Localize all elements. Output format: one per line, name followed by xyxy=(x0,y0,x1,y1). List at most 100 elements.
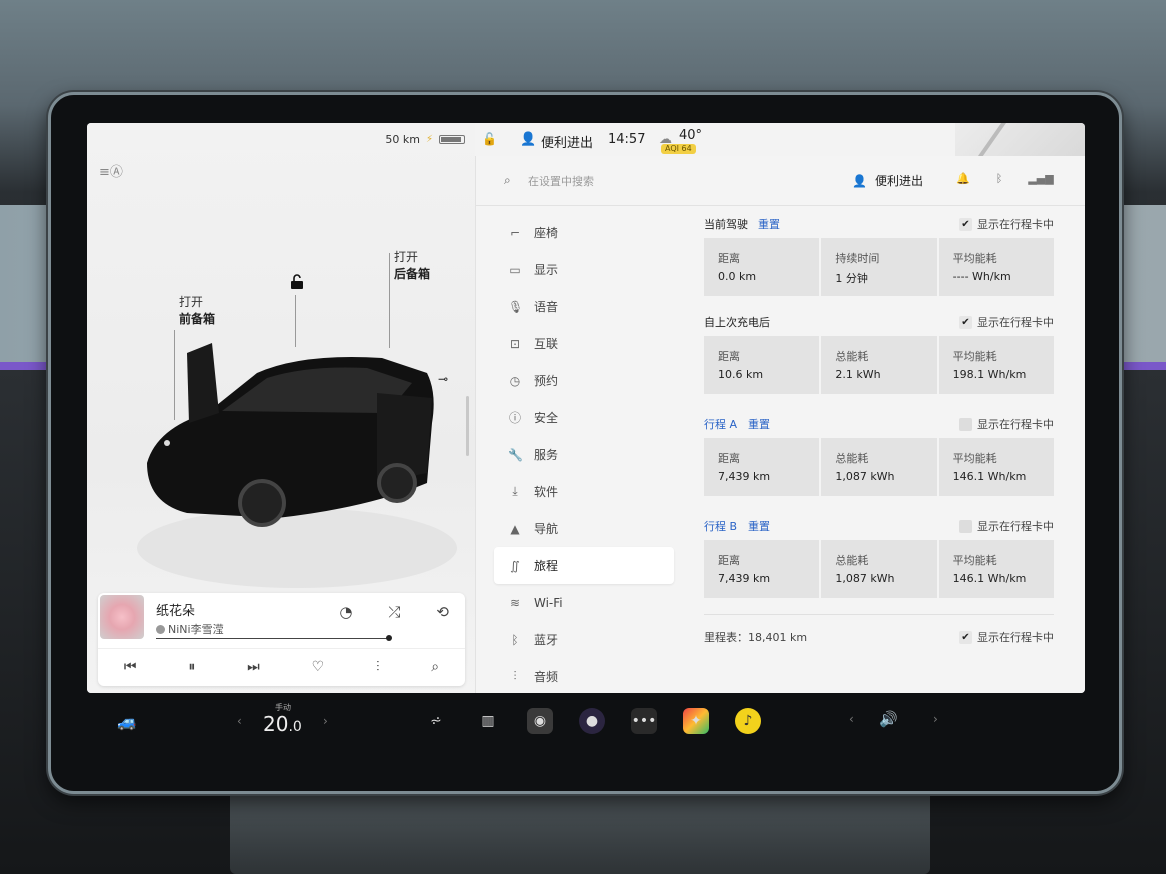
trip-a-reset[interactable]: 重置 xyxy=(748,416,770,432)
temp-up-arrow[interactable]: › xyxy=(323,714,328,728)
lock-status-icon[interactable]: 🔓 xyxy=(482,132,497,146)
shuffle-icon[interactable]: ⤮ xyxy=(388,603,400,621)
driver-profile[interactable]: 便利进出 xyxy=(541,132,593,151)
screen-stand xyxy=(230,790,930,874)
nav-item-7[interactable]: ⤓ 软件 xyxy=(494,473,674,510)
checkbox-checked[interactable]: ✔ xyxy=(959,315,972,329)
current-drive-show-card[interactable]: ✔ 显示在行程卡中 xyxy=(959,216,1054,232)
current-drive-reset[interactable]: 重置 xyxy=(758,216,780,232)
previous-icon[interactable]: ⏮ xyxy=(124,659,137,675)
progress-bar[interactable] xyxy=(156,638,389,639)
odometer-show-card[interactable]: ✔ 显示在行程卡中 xyxy=(959,629,1054,645)
current-drive-header: 当前驾驶 重置 ✔ 显示在行程卡中 xyxy=(704,214,1054,234)
trip-a-show-card[interactable]: 显示在行程卡中 xyxy=(959,416,1054,432)
checkbox-checked[interactable]: ✔ xyxy=(959,630,972,644)
temp-down-arrow[interactable]: ‹ xyxy=(237,714,242,728)
profile-icon[interactable]: 👤 xyxy=(520,132,536,147)
repeat-icon[interactable]: ⟲ xyxy=(436,603,449,621)
media-player: 纸花朵 NiNi李雪滢 ◔ ⤮ ⟲ ⏮ ⏸ ⏭ ♡ ⫶ ⌕ xyxy=(98,593,465,686)
trip-b-reset[interactable]: 重置 xyxy=(748,518,770,534)
trip-b-show-card[interactable]: 显示在行程卡中 xyxy=(959,518,1054,534)
since-charge-show-card[interactable]: ✔ 显示在行程卡中 xyxy=(959,314,1054,330)
stat-cell: 总能耗 1,087 kWh xyxy=(821,438,937,496)
nav-item-3[interactable]: ⊡ 互联 xyxy=(494,325,674,362)
car-panel: 50 km ⚡ ≡Ⓐ 打开 前备箱 打开 后备箱 ⊸ 纸花朵 NiNi李雪滢 ◔… xyxy=(87,123,475,693)
header-profile[interactable]: 👤 便利进出 xyxy=(852,172,923,189)
unlock-icon[interactable] xyxy=(290,274,304,294)
nav-item-11[interactable]: ᛒ 蓝牙 xyxy=(494,621,674,658)
checkbox-unchecked[interactable] xyxy=(959,417,972,431)
nav-item-2[interactable]: 🎙 语音 xyxy=(494,288,674,325)
navigation-icon: ▲ xyxy=(510,521,520,536)
album-art[interactable] xyxy=(100,595,144,639)
nav-item-0[interactable]: ⌐ 座椅 xyxy=(494,214,674,251)
source-icon xyxy=(156,624,165,634)
trip-b-header: 行程 B 重置 显示在行程卡中 xyxy=(704,516,1054,536)
toybox-icon[interactable]: ✦ xyxy=(683,708,709,734)
bluetooth-icon[interactable]: ᛒ xyxy=(996,172,1003,185)
search-icon[interactable]: ⌕ xyxy=(431,659,439,675)
nav-item-label: 座椅 xyxy=(534,226,559,240)
nav-item-8[interactable]: ▲ 导航 xyxy=(494,510,674,547)
since-charge-header: 自上次充电后 ✔ 显示在行程卡中 xyxy=(704,312,1054,332)
since-charge-title: 自上次充电后 xyxy=(704,316,770,329)
trip-b-title: 行程 B xyxy=(704,520,738,533)
map-preview[interactable] xyxy=(955,123,1085,160)
trunk-label: 后备箱 xyxy=(394,267,431,281)
nav-item-4[interactable]: ◷ 预约 xyxy=(494,362,674,399)
search-icon: ⌕ xyxy=(504,173,511,187)
header-status-icons: 🔔 ᛒ ▂▄▆ xyxy=(956,172,1054,185)
trip-a-title: 行程 A xyxy=(704,418,738,431)
nav-item-5[interactable]: ⓘ 安全 xyxy=(494,399,674,436)
heart-icon[interactable]: ♡ xyxy=(312,659,325,675)
nav-item-label: 导航 xyxy=(534,522,559,536)
music-app-icon[interactable]: ♪ xyxy=(735,708,761,734)
equalizer-icon[interactable]: ⫶ xyxy=(376,659,380,675)
settings-search-input[interactable] xyxy=(528,170,728,192)
front-defrost-icon[interactable]: ⩫ xyxy=(423,708,449,734)
volume-icon[interactable]: 🔊 xyxy=(879,710,898,728)
dashcam-icon[interactable]: ● xyxy=(579,708,605,734)
nav-item-1[interactable]: ▭ 显示 xyxy=(494,251,674,288)
bell-icon[interactable]: 🔔 xyxy=(956,172,970,185)
car-model-image xyxy=(137,343,457,588)
volume-up-arrow[interactable]: › xyxy=(933,712,938,726)
aqi-badge: AQI 64 xyxy=(661,144,696,154)
checkbox-unchecked[interactable] xyxy=(959,519,972,533)
stat-cell: 平均能耗 ---- Wh/km xyxy=(938,238,1054,296)
song-title: 纸花朵 xyxy=(156,604,196,619)
nav-item-label: 语音 xyxy=(534,300,559,314)
progress-knob[interactable] xyxy=(386,635,392,641)
headlight-icon[interactable]: ≡Ⓐ xyxy=(99,161,123,180)
next-icon[interactable]: ⏭ xyxy=(247,659,260,675)
radio-icon[interactable]: ◔ xyxy=(339,603,352,621)
nav-item-12[interactable]: ⫶ 音频 xyxy=(494,658,674,693)
nav-item-label: 蓝牙 xyxy=(534,633,559,647)
panel-scrollbar[interactable] xyxy=(466,396,469,456)
camera-icon[interactable]: ◉ xyxy=(527,708,553,734)
nav-item-9[interactable]: ∬ 旅程 xyxy=(494,547,674,584)
since-charge-stats: 距离 10.6 km 总能耗 2.1 kWh 平均能耗 198.1 Wh/km xyxy=(704,336,1054,394)
more-apps-icon[interactable]: ••• xyxy=(631,708,657,734)
checkbox-checked[interactable]: ✔ xyxy=(959,217,972,231)
range-text: 50 km xyxy=(385,133,420,146)
artist-name: NiNi李雪滢 xyxy=(168,623,224,636)
trunk-callout[interactable]: 打开 后备箱 xyxy=(394,249,430,283)
nav-item-6[interactable]: 🔧 服务 xyxy=(494,436,674,473)
schedule-icon: ◷ xyxy=(509,373,521,388)
seat-icon: ⌐ xyxy=(509,225,521,240)
volume-down-arrow[interactable]: ‹ xyxy=(849,712,854,726)
stat-cell: 距离 7,439 km xyxy=(704,540,820,598)
nav-item-10[interactable]: ≋ Wi-Fi xyxy=(494,584,674,621)
header-profile-name: 便利进出 xyxy=(874,174,923,188)
media-top-icons: ◔ ⤮ ⟲ xyxy=(339,603,449,621)
pause-icon[interactable]: ⏸ xyxy=(188,659,195,675)
nav-item-label: 服务 xyxy=(534,448,559,462)
safety-icon: ⓘ xyxy=(508,411,521,425)
settings-header: ⌕ 👤 便利进出 🔔 ᛒ ▂▄▆ xyxy=(476,156,1085,206)
car-icon[interactable]: 🚙 xyxy=(117,712,137,731)
frunk-callout[interactable]: 打开 前备箱 xyxy=(179,294,215,328)
nav-item-label: 互联 xyxy=(534,337,559,351)
rear-defrost-icon[interactable]: ▥ xyxy=(475,708,501,734)
frunk-label: 前备箱 xyxy=(179,312,216,326)
